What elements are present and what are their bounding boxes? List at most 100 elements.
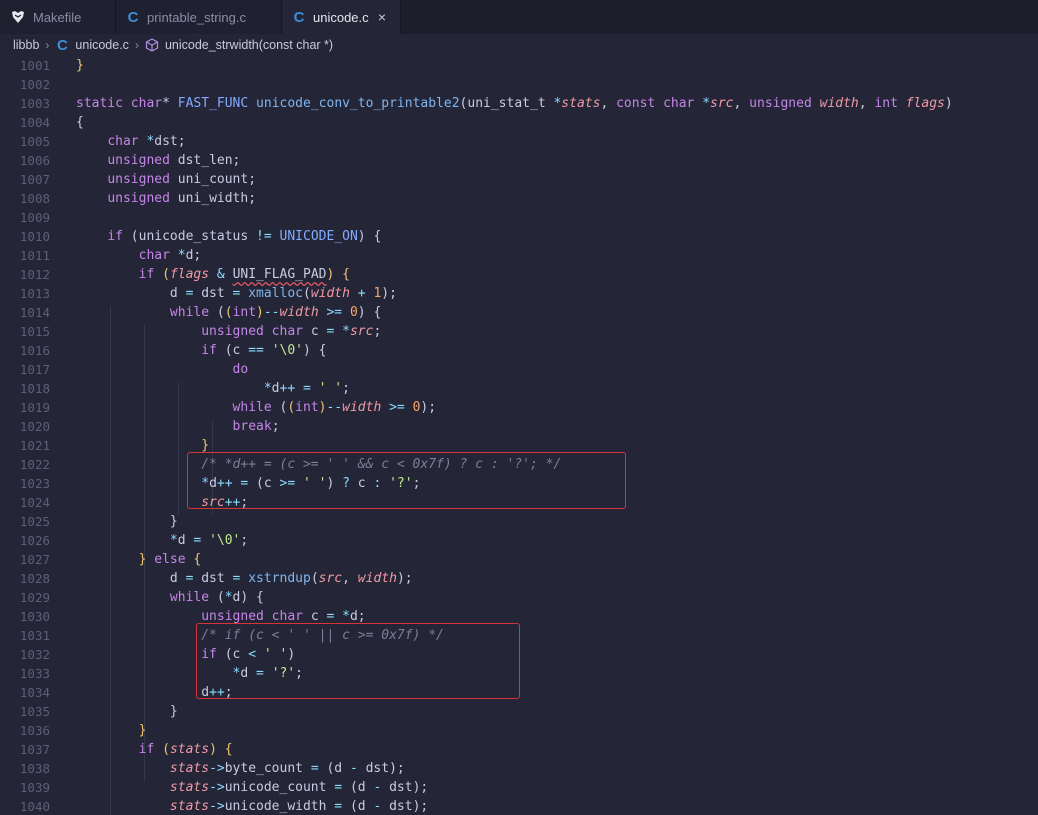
code-line[interactable]: 1023 *d++ = (c >= ' ') ? c : '?';: [0, 474, 1038, 493]
code-line[interactable]: 1005 char *dst;: [0, 132, 1038, 151]
line-code: }: [76, 512, 178, 531]
code-token: (c: [224, 343, 249, 358]
tab-makefile[interactable]: Makefile: [0, 0, 116, 34]
code-token: if: [201, 343, 225, 358]
code-area[interactable]: 1001} 1002 1003 static char* FAST_FUNC unic…: [0, 56, 1038, 815]
code-token: =: [256, 666, 272, 681]
c-file-icon: C: [127, 8, 139, 26]
code-token: ;: [240, 495, 249, 510]
code-line[interactable]: 1015 unsigned char c = *src;: [0, 322, 1038, 341]
code-line[interactable]: 1035 }: [0, 702, 1038, 721]
code-token: ;: [342, 381, 350, 396]
line-number: 1039: [19, 780, 50, 795]
code-line[interactable]: 1025 }: [0, 512, 1038, 531]
code-token: FAST_FUNC: [177, 96, 257, 111]
code-line[interactable]: 1008 unsigned uni_width;: [0, 189, 1038, 208]
code-line[interactable]: 1017 do: [0, 360, 1038, 379]
line-code: /* if (c < ' ' || c >= 0x7f) */: [76, 626, 444, 645]
code-token: =: [334, 780, 350, 795]
code-line[interactable]: 1016 if (c == '\0') {: [0, 341, 1038, 360]
line-code: /* *d++ = (c >= ' ' && c < 0x7f) ? c : '…: [76, 455, 561, 474]
code-token: unicode_conv_to_printable2: [256, 96, 460, 111]
tab-printable-string[interactable]: C printable_string.c: [116, 0, 282, 34]
code-token: d) {: [232, 590, 264, 605]
code-token: unicode_count: [224, 780, 335, 795]
code-line[interactable]: 1014 while ((int)--width >= 0) {: [0, 303, 1038, 322]
code-token: c: [310, 324, 327, 339]
code-token: ,: [733, 96, 750, 111]
code-token: dst);: [365, 761, 405, 776]
code-token: ' ': [303, 476, 327, 491]
line-code: src++;: [76, 493, 248, 512]
close-icon[interactable]: ×: [378, 9, 386, 25]
code-token: xstrndup: [248, 571, 311, 586]
code-line[interactable]: 1020 break;: [0, 417, 1038, 436]
line-code: if (flags & UNI_FLAG_PAD) {: [76, 265, 350, 284]
code-line[interactable]: 1039 stats->unicode_count = (d - dst);: [0, 778, 1038, 797]
code-line[interactable]: 1011 char *d;: [0, 246, 1038, 265]
code-line[interactable]: 1013 d = dst = xmalloc(width + 1);: [0, 284, 1038, 303]
code-token: ;: [271, 419, 280, 434]
line-number: 1036: [19, 723, 50, 738]
code-token: else: [154, 552, 194, 567]
code-line[interactable]: 1018 *d++ = ' ';: [0, 379, 1038, 398]
code-line[interactable]: 1006 unsigned dst_len;: [0, 151, 1038, 170]
breadcrumb: libbb › C unicode.c › unicode_strwidth(c…: [0, 34, 1038, 56]
code-line[interactable]: 1009: [0, 208, 1038, 227]
code-token: unsigned: [107, 153, 178, 168]
code-line[interactable]: 1007 unsigned uni_count;: [0, 170, 1038, 189]
code-token: width: [310, 286, 358, 301]
code-token: while: [169, 590, 217, 605]
code-token: uni_stat_t: [467, 96, 554, 111]
code-token: stats: [169, 742, 210, 757]
code-line[interactable]: 1022 /* *d++ = (c >= ' ' && c < 0x7f) ? …: [0, 455, 1038, 474]
code-line[interactable]: 1012 if (flags & UNI_FLAG_PAD) {: [0, 265, 1038, 284]
code-token: ==: [248, 343, 272, 358]
code-line[interactable]: 1028 d = dst = xstrndup(src, width);: [0, 569, 1038, 588]
code-line[interactable]: 1037 if (stats) {: [0, 740, 1038, 759]
code-line[interactable]: 1034 d++;: [0, 683, 1038, 702]
code-line[interactable]: 1024 src++;: [0, 493, 1038, 512]
code-line[interactable]: 1003 static char* FAST_FUNC unicode_conv_…: [0, 94, 1038, 113]
code-line[interactable]: 1001}: [0, 56, 1038, 75]
code-token: d;: [349, 609, 366, 624]
code-line[interactable]: 1026 *d = '\0';: [0, 531, 1038, 550]
breadcrumb-folder[interactable]: libbb: [13, 38, 39, 52]
code-line[interactable]: 1031 /* if (c < ' ' || c >= 0x7f) */: [0, 626, 1038, 645]
code-token: dst;: [154, 134, 186, 149]
code-line[interactable]: 1002: [0, 75, 1038, 94]
breadcrumb-symbol[interactable]: unicode_strwidth(const char *): [165, 38, 333, 52]
code-token: --: [263, 305, 280, 320]
code-line[interactable]: 1032 if (c < ' '): [0, 645, 1038, 664]
tab-unicode[interactable]: C unicode.c ×: [282, 0, 401, 34]
code-token: ' ': [318, 381, 343, 396]
code-line[interactable]: 1019 while ((int)--width >= 0);: [0, 398, 1038, 417]
code-line[interactable]: 1027 } else {: [0, 550, 1038, 569]
code-token: ;: [224, 685, 233, 700]
code-token: if: [138, 267, 163, 282]
code-line[interactable]: 1038 stats->byte_count = (d - dst);: [0, 759, 1038, 778]
code-line[interactable]: 1029 while (*d) {: [0, 588, 1038, 607]
code-token: UNICODE_ON: [279, 229, 358, 244]
code-token: *: [162, 96, 178, 111]
code-line[interactable]: 1036 }: [0, 721, 1038, 740]
code-token: =: [310, 761, 327, 776]
code-token: unsigned: [107, 191, 178, 206]
code-line[interactable]: 1033 *d = '?';: [0, 664, 1038, 683]
code-line[interactable]: 1030 unsigned char c = *d;: [0, 607, 1038, 626]
code-token: (: [310, 571, 319, 586]
line-code: if (stats) {: [76, 740, 233, 759]
code-line[interactable]: 1021 }: [0, 436, 1038, 455]
code-token: }: [201, 438, 210, 453]
code-line[interactable]: 1010 if (unicode_status != UNICODE_ON) {: [0, 227, 1038, 246]
code-line[interactable]: 1004 {: [0, 113, 1038, 132]
breadcrumb-file[interactable]: unicode.c: [75, 38, 129, 52]
code-token: d: [76, 685, 210, 700]
line-code: char *d;: [76, 246, 202, 265]
code-line[interactable]: 1040 stats->unicode_width = (d - dst);: [0, 797, 1038, 815]
